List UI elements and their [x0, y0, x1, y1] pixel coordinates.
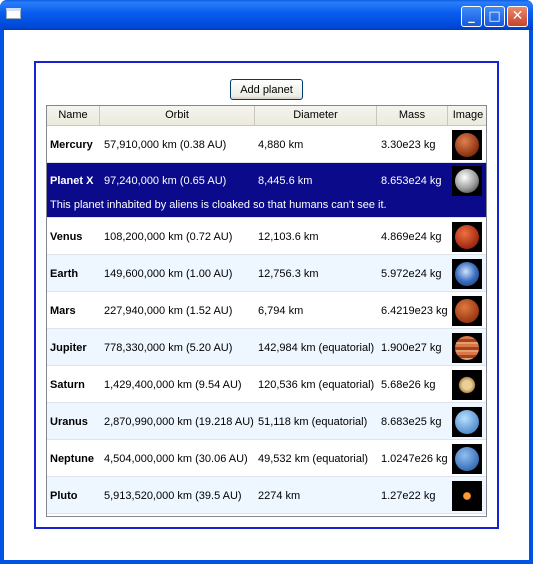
planet-image	[452, 444, 482, 474]
planet-mass: 8.653e24 kg	[381, 175, 442, 187]
planet-image	[452, 370, 482, 400]
planet-name: Mercury	[50, 139, 93, 151]
table-row[interactable]: Mars 227,940,000 km (1.52 AU) 6,794 km 6.42…	[47, 292, 486, 329]
table-row[interactable]: Uranus 2,870,990,000 km (19.218 AU) 51,118…	[47, 403, 486, 440]
planet-name: Saturn	[50, 379, 85, 391]
maximize-button[interactable]: □	[484, 6, 505, 27]
uranus-icon	[455, 410, 479, 434]
table-row[interactable]: Earth 149,600,000 km (1.00 AU) 12,756.3 km…	[47, 255, 486, 292]
planet-name: Neptune	[50, 453, 94, 465]
earth-icon	[455, 262, 479, 286]
table-row[interactable]: Venus 108,200,000 km (0.72 AU) 12,103.6 km…	[47, 218, 486, 255]
planet-orbit: 227,940,000 km (1.52 AU)	[104, 305, 233, 317]
planet-mass: 1.900e27 kg	[381, 342, 442, 354]
neptune-icon	[455, 447, 479, 471]
planet-diameter: 2274 km	[258, 490, 301, 502]
planet-image	[452, 481, 482, 511]
title-bar[interactable]: _ □ ✕	[0, 0, 533, 30]
close-icon: ✕	[511, 8, 524, 24]
planet-orbit: 1,429,400,000 km (9.54 AU)	[104, 379, 242, 391]
planet-orbit: 97,240,000 km (0.65 AU)	[104, 175, 227, 187]
planet-orbit: 149,600,000 km (1.00 AU)	[104, 268, 233, 280]
close-button[interactable]: ✕	[507, 6, 528, 27]
planet-diameter: 51,118 km (equatorial)	[258, 416, 368, 428]
planet-diameter: 6,794 km	[258, 305, 304, 317]
column-header-mass[interactable]: Mass	[377, 106, 448, 125]
planet-mass: 4.869e24 kg	[381, 231, 442, 243]
mercury-icon	[455, 133, 479, 157]
minimize-button[interactable]: _	[461, 6, 482, 27]
planet-image	[452, 259, 482, 289]
planet-mass: 3.30e23 kg	[381, 139, 436, 151]
planet-image	[452, 222, 482, 252]
planet-image	[452, 296, 482, 326]
minimize-icon: _	[468, 9, 475, 24]
planet-image	[452, 407, 482, 437]
planet-name: Jupiter	[50, 342, 87, 354]
table-row[interactable]: Saturn 1,429,400,000 km (9.54 AU) 120,536 …	[47, 366, 486, 403]
table-row[interactable]: Mercury 57,910,000 km (0.38 AU) 4,880 km 3.…	[47, 126, 486, 163]
planet-mass: 5.68e26 kg	[381, 379, 436, 391]
planet-orbit: 57,910,000 km (0.38 AU)	[104, 139, 227, 151]
planet-diameter: 120,536 km (equatorial)	[258, 379, 375, 391]
planet-mass: 5.972e24 kg	[381, 268, 442, 280]
planet-diameter: 49,532 km (equatorial)	[258, 453, 369, 465]
planet-detail: This planet inhabited by aliens is cloak…	[50, 199, 387, 211]
column-header-diameter[interactable]: Diameter	[255, 106, 377, 125]
planet-mass: 8.683e25 kg	[381, 416, 442, 428]
table-row[interactable]: Pluto 5,913,520,000 km (39.5 AU) 2274 km 1.…	[47, 477, 486, 514]
saturn-icon	[455, 373, 479, 397]
jupiter-icon	[455, 336, 479, 360]
table-row[interactable]: Neptune 4,504,000,000 km (30.06 AU) 49,532…	[47, 440, 486, 477]
planet-name: Planet X	[50, 175, 94, 187]
planet-diameter: 8,445.6 km	[258, 175, 313, 187]
planet-name: Earth	[50, 268, 79, 280]
planet-name: Venus	[50, 231, 83, 243]
column-header-name[interactable]: Name	[47, 106, 100, 125]
planet-orbit: 2,870,990,000 km (19.218 AU)	[104, 416, 254, 428]
planet-orbit: 778,330,000 km (5.20 AU)	[104, 342, 233, 354]
window-icon	[6, 8, 21, 19]
table-row[interactable]: Planet X 97,240,000 km (0.65 AU) 8,445.6 k…	[47, 163, 486, 218]
planet-orbit: 108,200,000 km (0.72 AU)	[104, 231, 233, 243]
planet-mass: 1.0247e26 kg	[381, 453, 448, 465]
planet-image	[452, 166, 482, 196]
planet-table[interactable]: Name Orbit Diameter Mass Image Mercury 57…	[46, 105, 487, 517]
table-row[interactable]: Jupiter 778,330,000 km (5.20 AU) 142,984 k…	[47, 329, 486, 366]
planet-diameter: 12,103.6 km	[258, 231, 319, 243]
app-window: _ □ ✕ Add planet Name Orbit Diameter Mas…	[0, 0, 533, 564]
planet-mass: 6.4219e23 kg	[381, 305, 448, 317]
planet-diameter: 4,880 km	[258, 139, 304, 151]
planet-diameter: 142,984 km (equatorial)	[258, 342, 375, 354]
venus-icon	[455, 225, 479, 249]
mars-icon	[455, 299, 479, 323]
planet-diameter: 12,756.3 km	[258, 268, 319, 280]
table-header: Name Orbit Diameter Mass Image	[47, 106, 486, 126]
planet-image	[452, 130, 482, 160]
planet-name: Uranus	[50, 416, 88, 428]
add-planet-button[interactable]: Add planet	[230, 79, 303, 100]
planet-image	[452, 333, 482, 363]
planet-x-icon	[455, 169, 479, 193]
column-header-image[interactable]: Image	[448, 106, 486, 125]
planet-orbit: 4,504,000,000 km (30.06 AU)	[104, 453, 248, 465]
client-area: Add planet Name Orbit Diameter Mass Imag…	[4, 30, 529, 560]
planet-orbit: 5,913,520,000 km (39.5 AU)	[104, 490, 242, 502]
maximize-icon: □	[488, 9, 501, 24]
column-header-orbit[interactable]: Orbit	[100, 106, 255, 125]
planet-name: Mars	[50, 305, 76, 317]
pluto-icon	[455, 484, 479, 508]
planet-name: Pluto	[50, 490, 78, 502]
planet-mass: 1.27e22 kg	[381, 490, 436, 502]
